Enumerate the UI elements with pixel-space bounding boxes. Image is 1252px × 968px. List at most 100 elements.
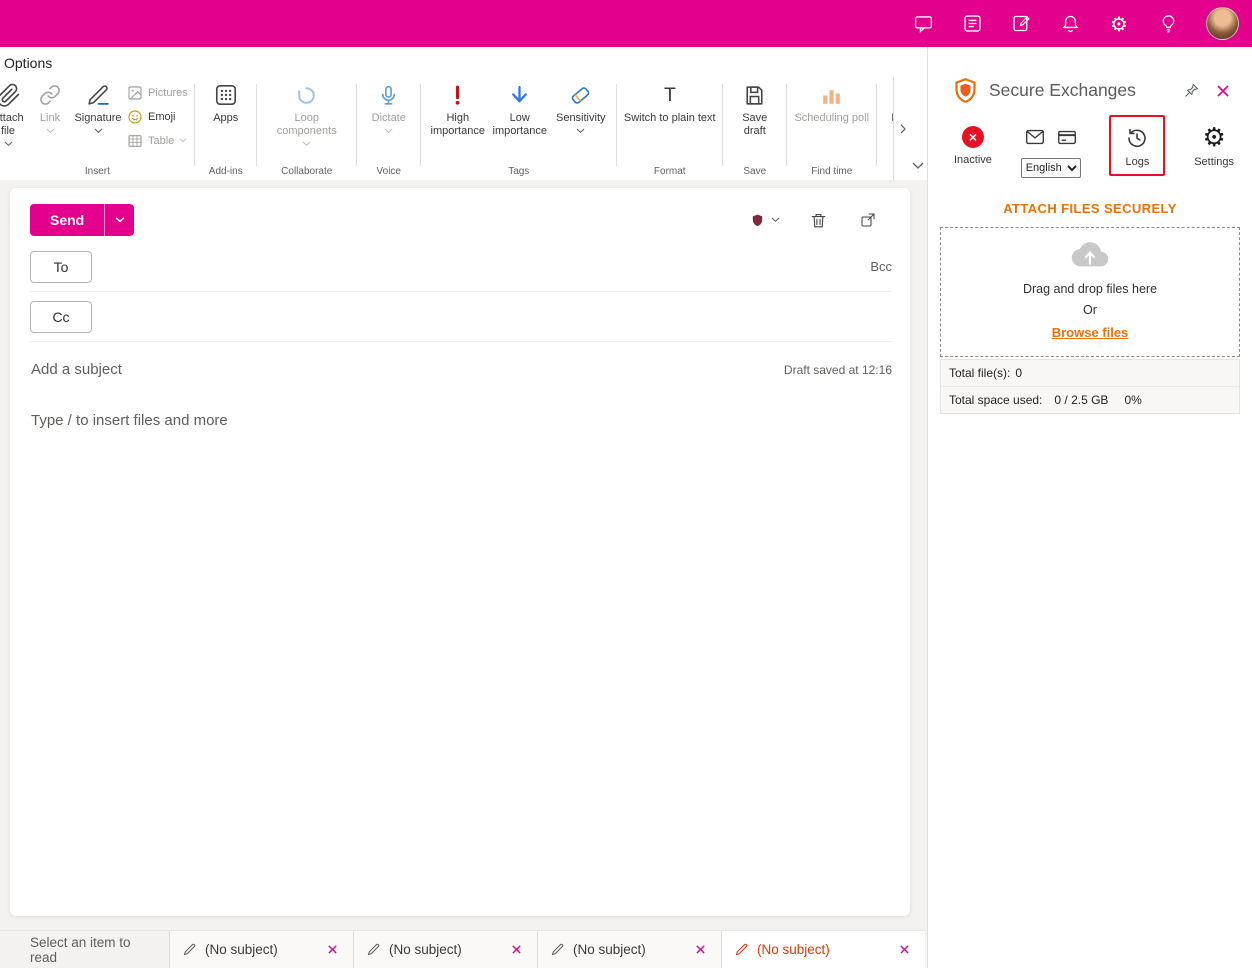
draft-tab-1[interactable]: (No subject) bbox=[170, 931, 354, 968]
svg-text:T: T bbox=[664, 84, 676, 106]
pencil-icon bbox=[366, 942, 381, 957]
notifications-bell-icon[interactable] bbox=[1059, 13, 1081, 35]
status-inactive-button[interactable]: × Inactive bbox=[954, 126, 992, 166]
ribbon-group-addins: Apps Add-ins bbox=[195, 74, 257, 180]
settings-gear-icon[interactable]: ⚙ bbox=[1108, 13, 1130, 35]
ribbon-overflow-button[interactable] bbox=[893, 77, 911, 180]
draft-saved-status: Draft saved at 12:16 bbox=[783, 362, 892, 377]
dropzone-text: Drag and drop files here bbox=[1022, 282, 1158, 296]
to-row: To Bcc bbox=[10, 242, 910, 291]
close-tab-icon[interactable] bbox=[507, 941, 525, 959]
profile-avatar[interactable] bbox=[1206, 7, 1239, 40]
send-button[interactable]: Send bbox=[30, 204, 105, 236]
reading-pane-tab[interactable]: Select an item to read bbox=[0, 931, 170, 968]
loop-components-button[interactable]: Loop components bbox=[264, 76, 350, 147]
emoji-button[interactable]: Emoji bbox=[127, 105, 188, 128]
pencil-icon bbox=[550, 942, 565, 957]
draft-tab-3[interactable]: (No subject) bbox=[538, 931, 722, 968]
panel-toolbar: × Inactive English Logs ⚙ Settings bbox=[928, 104, 1252, 178]
panel-header: Secure Exchanges bbox=[928, 47, 1252, 104]
cc-row: Cc bbox=[10, 292, 910, 341]
secure-exchanges-panel: Secure Exchanges × Inactive English Logs… bbox=[927, 47, 1252, 968]
file-dropzone[interactable]: Drag and drop files here Or Browse files bbox=[940, 227, 1240, 357]
send-row: Send bbox=[10, 188, 910, 242]
apps-grid-icon bbox=[213, 78, 239, 112]
to-button[interactable]: To bbox=[30, 250, 92, 283]
ribbon-collapse-chevron-icon[interactable] bbox=[910, 157, 926, 173]
tips-lightbulb-icon[interactable] bbox=[1157, 13, 1179, 35]
shield-logo-icon bbox=[952, 77, 979, 104]
loop-icon bbox=[294, 78, 319, 112]
draft-tab-active[interactable]: (No subject) bbox=[722, 931, 925, 968]
subject-row: Draft saved at 12:16 bbox=[10, 342, 910, 384]
draft-tab-2[interactable]: (No subject) bbox=[354, 931, 538, 968]
feed-icon[interactable] bbox=[961, 13, 983, 35]
link-icon bbox=[39, 78, 61, 112]
pencil-icon bbox=[182, 942, 197, 957]
chevron-down-icon bbox=[4, 141, 13, 147]
dictate-button[interactable]: Dictate bbox=[364, 76, 414, 134]
chevron-down-icon bbox=[179, 138, 187, 143]
cloud-upload-icon bbox=[1068, 239, 1112, 270]
cc-input[interactable] bbox=[102, 308, 882, 325]
total-space-row: Total space used: 0 / 2.5 GB 0% bbox=[941, 386, 1239, 413]
send-split-button: Send bbox=[30, 204, 135, 236]
discard-trash-icon[interactable] bbox=[806, 208, 830, 232]
table-button[interactable]: Table bbox=[127, 129, 188, 152]
outlook-window: ⚙ Options Attach fi bbox=[0, 0, 1252, 968]
chevron-down-icon bbox=[384, 128, 393, 134]
close-tab-icon[interactable] bbox=[895, 941, 913, 959]
link-button[interactable]: Link bbox=[31, 76, 69, 134]
close-tab-icon[interactable] bbox=[323, 941, 341, 959]
apps-button[interactable]: Apps bbox=[202, 76, 250, 125]
panel-title: Secure Exchanges bbox=[989, 80, 1136, 100]
subject-input[interactable] bbox=[31, 361, 784, 378]
scheduling-poll-button[interactable]: Scheduling poll bbox=[794, 76, 870, 125]
insert-mini-buttons: Pictures Emoji Table bbox=[127, 76, 188, 152]
send-dropdown-button[interactable] bbox=[104, 204, 135, 236]
save-draft-button[interactable]: Save draft bbox=[730, 76, 780, 138]
pictures-button[interactable]: Pictures bbox=[127, 81, 188, 104]
chevron-down-icon bbox=[46, 128, 55, 134]
settings-button[interactable]: ⚙ Settings bbox=[1194, 125, 1234, 168]
history-icon bbox=[1125, 126, 1149, 150]
low-importance-button[interactable]: Low importance bbox=[488, 76, 552, 138]
logs-button[interactable]: Logs bbox=[1109, 115, 1166, 176]
ribbon-group-insert: Attach file Link bbox=[0, 74, 195, 180]
signature-button[interactable]: Signature bbox=[69, 76, 127, 134]
message-body-editor[interactable]: Type / to insert files and more bbox=[10, 384, 910, 814]
bcc-button[interactable]: Bcc bbox=[870, 259, 892, 274]
pin-icon[interactable] bbox=[1183, 82, 1200, 99]
high-importance-button[interactable]: High importance bbox=[428, 76, 488, 138]
attach-file-button[interactable]: Attach file bbox=[0, 76, 31, 147]
ribbon-group-tags: High importance Low importance Sensitivi… bbox=[421, 74, 617, 180]
switch-plain-text-button[interactable]: T Switch to plain text bbox=[624, 76, 716, 125]
ribbon-group-format: T Switch to plain text Format bbox=[617, 74, 723, 180]
ribbon-tab-options[interactable]: Options bbox=[2, 55, 54, 74]
chat-icon[interactable] bbox=[912, 13, 934, 35]
editor-button[interactable]: Editor bbox=[884, 76, 893, 134]
to-input[interactable] bbox=[102, 258, 861, 275]
credit-card-icon[interactable] bbox=[1056, 126, 1078, 148]
envelope-icon[interactable] bbox=[1024, 126, 1046, 148]
ribbon-group-save: Save draft Save bbox=[723, 74, 787, 180]
encryption-options-button[interactable] bbox=[750, 212, 780, 229]
chevron-down-icon bbox=[771, 217, 780, 223]
close-tab-icon[interactable] bbox=[691, 941, 709, 959]
ribbon-group-voice: Dictate Voice bbox=[357, 74, 421, 180]
attach-files-heading: ATTACH FILES SECURELY bbox=[1003, 201, 1177, 216]
browse-files-link[interactable]: Browse files bbox=[1052, 325, 1129, 340]
ribbon: Options Attach file bbox=[0, 47, 927, 180]
cc-button[interactable]: Cc bbox=[30, 300, 92, 333]
notes-icon[interactable] bbox=[1010, 13, 1032, 35]
compose-card: Send To Bcc Cc Add a subject Draft saved… bbox=[10, 188, 910, 916]
paperclip-icon bbox=[0, 78, 21, 112]
text-t-icon: T bbox=[657, 78, 683, 112]
language-select[interactable]: English bbox=[1020, 158, 1081, 178]
sensitivity-button[interactable]: Sensitivity bbox=[552, 76, 610, 134]
close-panel-icon[interactable] bbox=[1216, 84, 1230, 98]
language-control: English bbox=[1020, 126, 1081, 178]
open-in-new-window-icon[interactable] bbox=[856, 208, 880, 232]
poll-bars-icon bbox=[819, 78, 844, 112]
chevron-right-icon bbox=[900, 123, 906, 134]
